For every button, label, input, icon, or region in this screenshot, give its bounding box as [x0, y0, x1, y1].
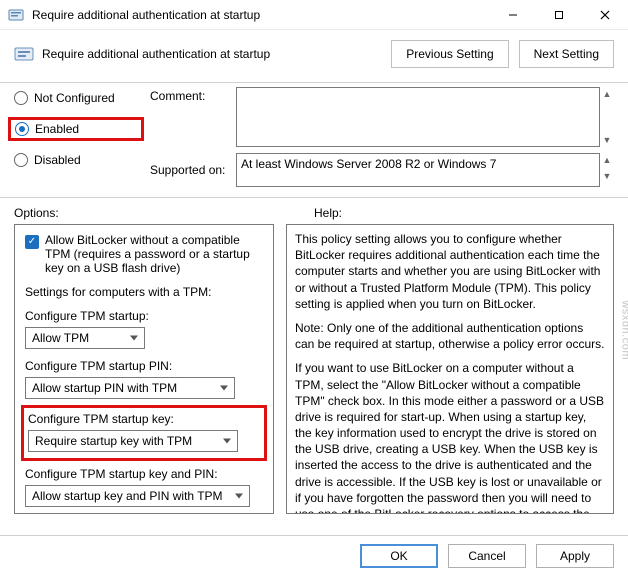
- maximize-button[interactable]: [536, 0, 582, 30]
- radio-icon: [14, 91, 28, 105]
- help-paragraph: If you want to use BitLocker on a comput…: [295, 360, 605, 514]
- tpm-startup-select[interactable]: Allow TPM: [25, 327, 145, 349]
- options-panel: ✓ Allow BitLocker without a compatible T…: [14, 224, 274, 514]
- titlebar: Require additional authentication at sta…: [0, 0, 628, 30]
- help-paragraph: Note: Only one of the additional authent…: [295, 320, 605, 352]
- tpm-keypin-label: Configure TPM startup key and PIN:: [25, 467, 263, 481]
- close-button[interactable]: [582, 0, 628, 30]
- tpm-key-highlight: Configure TPM startup key: Require start…: [21, 405, 267, 461]
- tpm-pin-select[interactable]: Allow startup PIN with TPM: [25, 377, 235, 399]
- policy-title-text: Require additional authentication at sta…: [42, 47, 270, 61]
- supported-label: Supported on:: [150, 163, 230, 177]
- policy-icon: [14, 44, 34, 64]
- enabled-label: Enabled: [35, 122, 79, 136]
- tpm-startup-value: Allow TPM: [32, 331, 89, 345]
- header: Require additional authentication at sta…: [0, 30, 628, 78]
- chevron-up-icon: ▲: [600, 153, 614, 167]
- supported-scrollbar: ▲ ▼: [600, 153, 614, 187]
- watermark: wsxdn.com: [620, 300, 628, 360]
- radio-icon: [15, 122, 29, 136]
- comment-textarea[interactable]: [236, 87, 600, 147]
- tpm-key-value: Require startup key with TPM: [35, 434, 192, 448]
- comment-label: Comment:: [150, 87, 230, 103]
- footer: OK Cancel Apply: [0, 535, 628, 576]
- cancel-button[interactable]: Cancel: [448, 544, 526, 568]
- allow-no-tpm-label: Allow BitLocker without a compatible TPM…: [45, 233, 263, 275]
- supported-on-field: [236, 153, 600, 187]
- tpm-keypin-select[interactable]: Allow startup key and PIN with TPM: [25, 485, 250, 507]
- tpm-key-select[interactable]: Require startup key with TPM: [28, 430, 238, 452]
- radio-icon: [14, 153, 28, 167]
- minimize-button[interactable]: [490, 0, 536, 30]
- not-configured-label: Not Configured: [34, 91, 115, 105]
- checkmark-icon: ✓: [25, 235, 39, 249]
- window-title: Require additional authentication at sta…: [32, 8, 490, 22]
- chevron-down-icon: ▼: [600, 169, 614, 183]
- tpm-startup-label: Configure TPM startup:: [25, 309, 263, 323]
- not-configured-radio[interactable]: Not Configured: [14, 91, 144, 105]
- ok-button[interactable]: OK: [360, 544, 438, 568]
- tpm-key-label: Configure TPM startup key:: [28, 412, 258, 426]
- next-setting-button[interactable]: Next Setting: [519, 40, 614, 68]
- window-controls: [490, 0, 628, 30]
- tpm-pin-label: Configure TPM startup PIN:: [25, 359, 263, 373]
- middle-panels: ✓ Allow BitLocker without a compatible T…: [0, 224, 628, 520]
- tpm-pin-value: Allow startup PIN with TPM: [32, 381, 177, 395]
- apply-button[interactable]: Apply: [536, 544, 614, 568]
- disabled-radio[interactable]: Disabled: [14, 153, 144, 167]
- comment-scrollbar: ▲ ▼: [600, 87, 614, 147]
- settings-with-tpm-label: Settings for computers with a TPM:: [25, 285, 263, 299]
- disabled-label: Disabled: [34, 153, 81, 167]
- top-settings: Not Configured Enabled Disabled Comment:…: [0, 87, 628, 193]
- chevron-down-icon: ▼: [600, 133, 614, 147]
- chevron-up-icon: ▲: [600, 87, 614, 101]
- help-label: Help:: [314, 206, 342, 220]
- divider: [0, 197, 628, 198]
- help-panel: This policy setting allows you to config…: [286, 224, 614, 514]
- enabled-radio[interactable]: Enabled: [8, 117, 144, 141]
- tpm-keypin-value: Allow startup key and PIN with TPM: [32, 489, 223, 503]
- previous-setting-button[interactable]: Previous Setting: [391, 40, 508, 68]
- policy-icon: [8, 7, 24, 23]
- help-paragraph: This policy setting allows you to config…: [295, 231, 605, 312]
- allow-no-tpm-checkbox[interactable]: ✓ Allow BitLocker without a compatible T…: [25, 233, 263, 275]
- divider: [0, 82, 628, 83]
- mid-header: Options: Help:: [0, 202, 628, 224]
- options-label: Options:: [14, 206, 314, 220]
